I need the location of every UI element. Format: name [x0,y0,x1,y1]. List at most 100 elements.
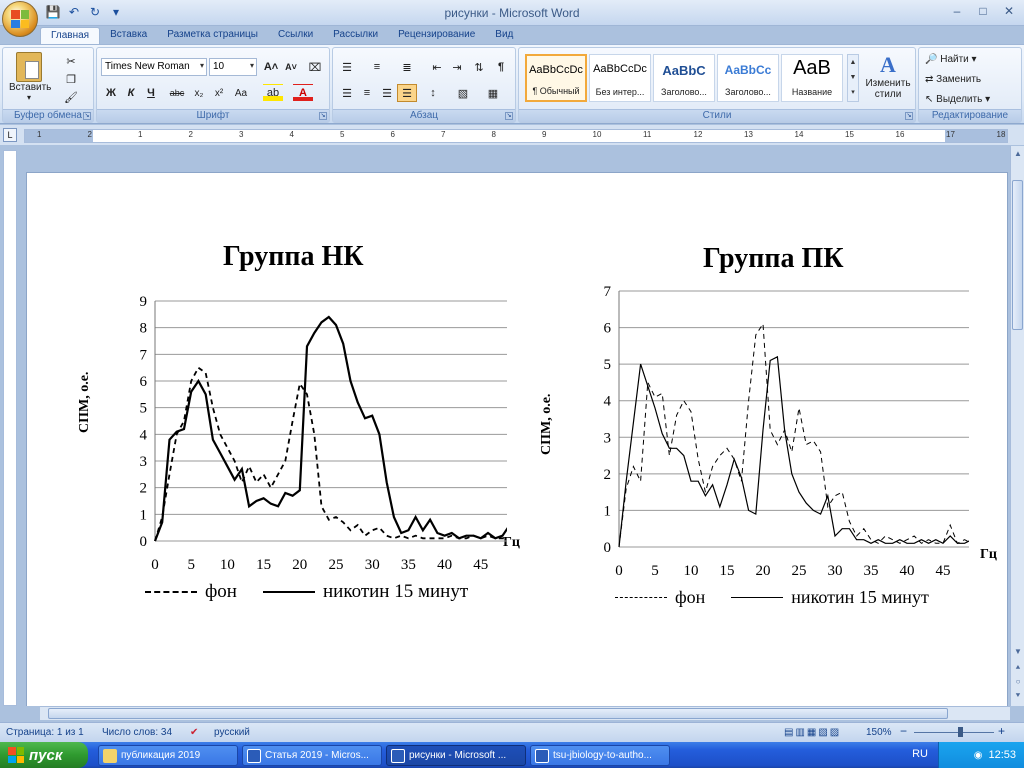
minimize-button[interactable]: – [944,2,970,20]
align-center-icon[interactable]: ≡ [357,84,377,102]
tab-home[interactable]: Главная [40,27,101,45]
font-size-dropdown[interactable]: 10 ▾ [209,58,257,76]
highlight-icon[interactable]: ab [263,84,283,102]
align-left-icon[interactable]: ☰ [337,84,357,102]
tab-mailings[interactable]: Рассылки [323,27,388,45]
style-title[interactable]: AaB Название [781,54,843,102]
x-tick-label: 35 [864,563,879,579]
styles-launcher-icon[interactable]: ↘ [905,112,913,120]
tab-view[interactable]: Вид [485,27,523,45]
x-tick-label: 25 [329,557,344,573]
tab-page-layout[interactable]: Разметка страницы [157,27,268,45]
format-painter-icon[interactable]: 🖌 [61,88,81,106]
save-icon[interactable]: 💾 [44,3,62,21]
select-button[interactable]: ↖ Выделить ▾ [925,94,990,105]
style-normal[interactable]: AaBbCcDc ¶ Обычный [525,54,587,102]
shrink-font-icon[interactable]: A˅ [281,58,301,76]
tab-selector-button[interactable]: L [3,128,17,142]
series-line-background [154,366,507,542]
clear-formatting-icon[interactable]: ⌧ [305,58,325,76]
font-launcher-icon[interactable]: ↘ [319,112,327,120]
word-count[interactable]: Число слов: 34 [102,727,172,738]
zoom-slider[interactable]: − + [900,724,1010,738]
change-styles-button[interactable]: A Изменить стили [863,52,913,108]
language-indicator[interactable]: русский [214,727,250,738]
vertical-scroll-thumb[interactable] [1012,180,1023,330]
bold-icon[interactable]: Ж [101,84,121,102]
strikethrough-icon[interactable]: abc [167,84,187,102]
show-marks-icon[interactable]: ¶ [491,58,511,76]
shading-icon[interactable]: ▧ [453,84,473,102]
increase-indent-icon[interactable]: ⇥ [447,58,467,76]
bullets-icon[interactable]: ☰ [337,58,357,76]
horizontal-scrollbar[interactable] [40,706,1010,720]
prev-page-icon[interactable]: ⯅ [1012,662,1024,674]
italic-icon[interactable]: К [121,84,141,102]
close-button[interactable]: ✕ [996,2,1022,20]
borders-icon[interactable]: ▦ [483,84,503,102]
page-count[interactable]: Страница: 1 из 1 [6,727,84,738]
select-label: Выделить [936,94,983,105]
find-button[interactable]: 🔎 Найти ▾ [925,54,977,65]
horizontal-scroll-thumb[interactable] [48,708,948,719]
select-browse-object-icon[interactable]: ○ [1012,676,1024,688]
page[interactable]: Группа НК СПМ, о.е. Гц 0 1 2 3 4 5 6 7 8 9 0 5 10 15 2… [26,172,1008,706]
align-right-icon[interactable]: ☰ [377,84,397,102]
decrease-indent-icon[interactable]: ⇤ [427,58,447,76]
input-language[interactable]: RU [912,748,928,760]
next-page-icon[interactable]: ⯆ [1012,690,1024,702]
numbering-icon[interactable]: ≡ [367,58,387,76]
series-line-nicotine [618,355,969,548]
binoculars-icon: 🔎 [925,54,938,65]
line-spacing-icon[interactable]: ↕ [423,84,443,102]
zoom-level[interactable]: 150% [866,727,892,738]
paste-button[interactable]: Вставить ▾ [9,50,51,108]
underline-icon[interactable]: Ч [141,84,161,102]
view-buttons[interactable]: ▤▥▦▧▨ [784,727,841,738]
style-no-spacing[interactable]: AaBbCcDc Без интер... [589,54,651,102]
x-tick-label: 5 [187,557,195,573]
superscript-icon[interactable]: x² [209,84,229,102]
y-tick-label: 4 [140,427,148,443]
paragraph-launcher-icon[interactable]: ↘ [505,112,513,120]
sort-icon[interactable]: ⇅ [469,58,489,76]
window-controls: – □ ✕ [944,2,1022,20]
tab-review[interactable]: Рецензирование [388,27,485,45]
justify-icon[interactable]: ☰ [397,84,417,102]
proofing-icon[interactable]: ✔ [190,727,198,738]
style-heading-1[interactable]: AaBbC Заголово... [653,54,715,102]
font-color-icon[interactable]: A [293,84,313,102]
customize-icon[interactable]: ▾ [107,3,125,21]
tab-insert[interactable]: Вставка [100,27,157,45]
taskbar-item[interactable]: публикация 2019 [98,745,238,766]
maximize-button[interactable]: □ [970,2,996,20]
office-button[interactable] [2,1,38,37]
taskbar-item[interactable]: Статья 2019 - Micros... [242,745,382,766]
scroll-up-icon[interactable]: ▲ [1012,148,1024,160]
multilevel-list-icon[interactable]: ≣ [397,58,417,76]
redo-icon[interactable]: ↻ [86,3,104,21]
title-bar: рисунки - Microsoft Word – □ ✕ [0,0,1024,26]
change-case-icon[interactable]: Aa [231,84,251,102]
vertical-scrollbar[interactable]: ▲ ▼ ⯅ ○ ⯆ [1010,146,1024,706]
copy-icon[interactable]: ❐ [61,70,81,88]
cut-icon[interactable]: ✂ [61,52,81,70]
undo-icon[interactable]: ↶ [65,3,83,21]
horizontal-ruler[interactable]: 1 2 1 2 3 4 5 6 7 8 9 10 11 12 13 14 15 16 17 18 [24,129,1008,143]
start-button[interactable]: пуск [0,742,88,768]
taskbar-item[interactable]: tsu-jbiology-to-autho... [530,745,670,766]
vertical-ruler[interactable] [3,150,17,706]
styles-scroll[interactable]: ▲ ▼ ▾ [847,54,859,102]
subscript-icon[interactable]: x₂ [189,84,209,102]
scroll-down-icon[interactable]: ▼ [1012,646,1024,658]
paragraph-group: ☰ ≡ ≣ ⇤ ⇥ ⇅ ¶ ☰ ≡ ☰ ☰ ↕ ▧ ▦ Абзац ↘ [332,47,516,123]
style-heading-2[interactable]: AaBbCc Заголово... [717,54,779,102]
clipboard-launcher-icon[interactable]: ↘ [83,112,91,120]
grow-font-icon[interactable]: A˄ [261,58,281,76]
tab-references[interactable]: Ссылки [268,27,323,45]
font-family-dropdown[interactable]: Times New Roman ▾ [101,58,207,76]
tray-network-icon[interactable]: ◉ [974,750,983,761]
replace-button[interactable]: ⇄ Заменить [925,74,981,85]
document-area[interactable]: Группа НК СПМ, о.е. Гц 0 1 2 3 4 5 6 7 8 9 0 5 10 15 2… [20,146,1010,706]
taskbar-item[interactable]: рисунки - Microsoft ... [386,745,526,766]
